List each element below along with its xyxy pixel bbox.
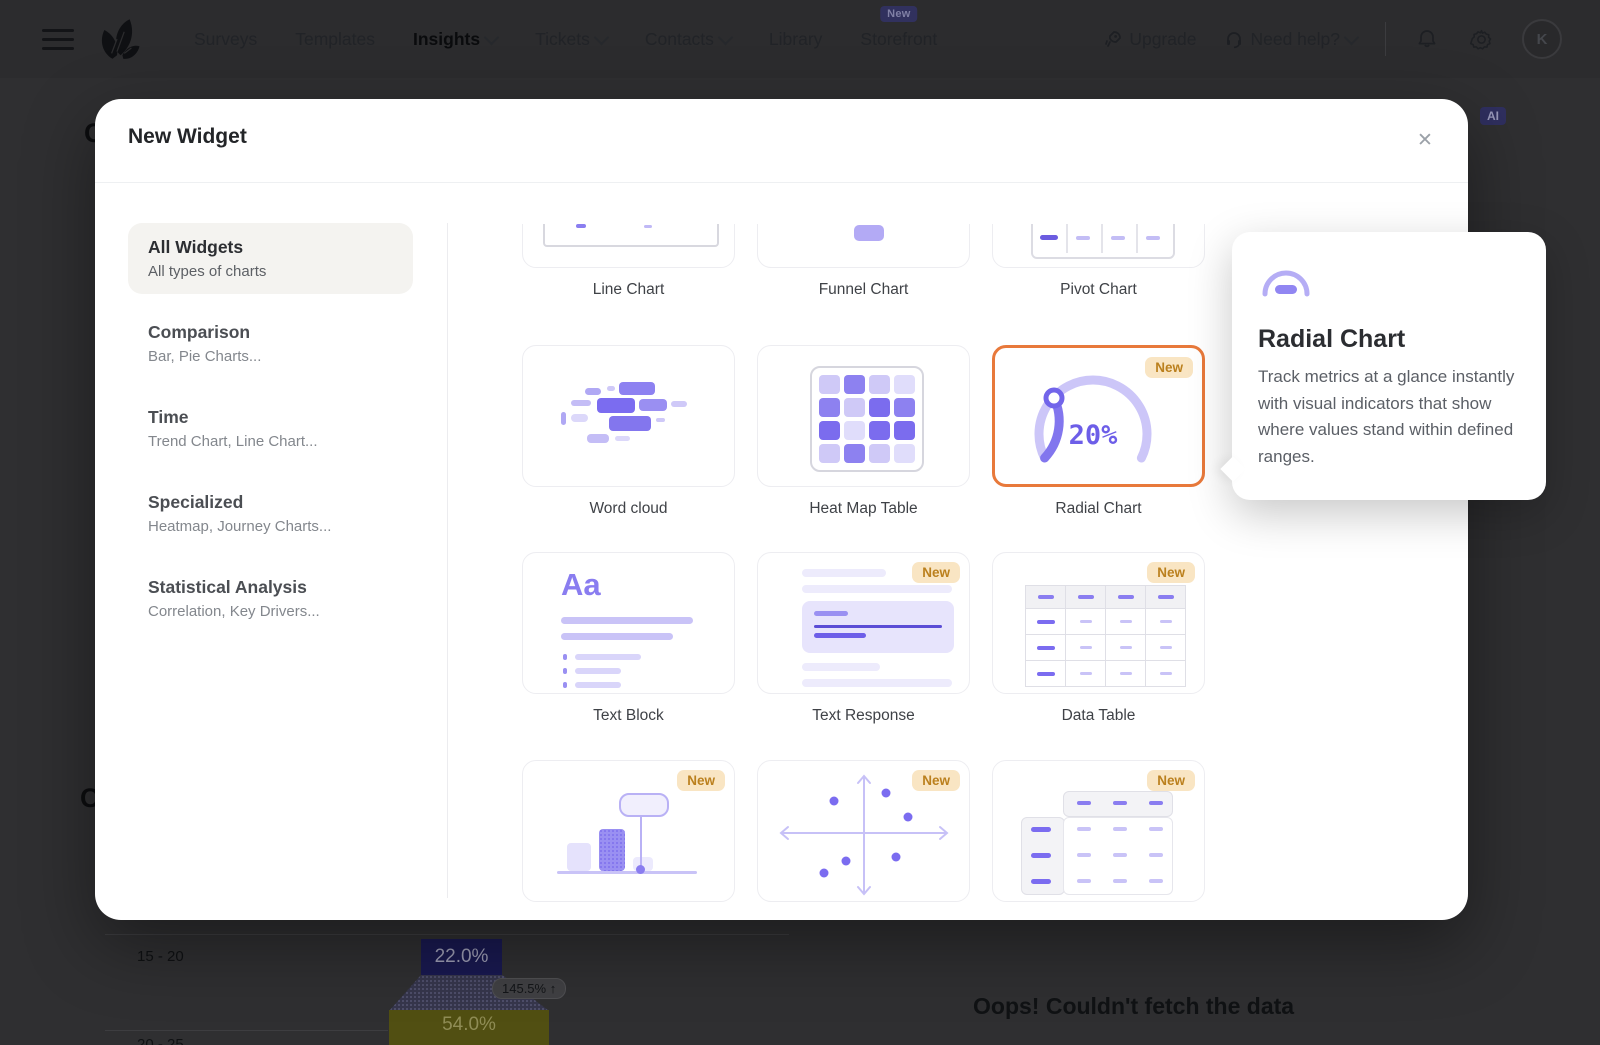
widget-card-data-table[interactable]: New [992, 552, 1205, 694]
hamburger-menu-icon[interactable] [42, 29, 74, 50]
app-logo-leaf-icon[interactable] [90, 12, 144, 66]
new-badge: New [912, 562, 960, 583]
rocket-icon [1103, 29, 1123, 49]
widget-label: Heat Map Table [757, 500, 970, 518]
user-avatar[interactable]: K [1522, 19, 1562, 59]
funnel-row-label-2: 20 - 25 [137, 1036, 184, 1045]
new-badge: New [1147, 770, 1195, 791]
nav-item-library[interactable]: Library [769, 29, 823, 50]
tooltip-body: Track metrics at a glance instantly with… [1258, 364, 1524, 470]
new-widget-modal: New Widget ✕ All Widgets All types of ch… [95, 99, 1468, 920]
nav-menu: Surveys Templates Insights Tickets Conta… [194, 29, 937, 50]
close-icon[interactable]: ✕ [1408, 123, 1442, 157]
modal-title: New Widget [128, 125, 247, 149]
sidebar-item-all-widgets[interactable]: All Widgets All types of charts [128, 223, 413, 294]
widget-label: Pivot Chart [992, 281, 1205, 299]
upgrade-button[interactable]: Upgrade [1103, 29, 1196, 50]
new-badge: New [1147, 562, 1195, 583]
nav-divider [1385, 22, 1386, 56]
nav-item-contacts[interactable]: Contacts [645, 29, 731, 50]
chevron-down-icon [484, 29, 500, 45]
settings-gear-icon[interactable] [1468, 26, 1494, 52]
widget-card-cross-tab[interactable]: New [992, 760, 1205, 902]
notifications-bell-icon[interactable] [1414, 26, 1440, 52]
nav-right-group: Upgrade Need help? K [1103, 19, 1562, 59]
widget-card-heat-map-table[interactable] [757, 345, 970, 487]
svg-text:20%: 20% [1069, 420, 1119, 451]
top-nav: Surveys Templates Insights Tickets Conta… [0, 0, 1600, 78]
error-message: Oops! Couldn't fetch the data [973, 993, 1294, 1020]
funnel-delta-badge: 145.5% ↑ [492, 978, 566, 999]
widget-card-text-response[interactable]: New [757, 552, 970, 694]
sidebar-item-time[interactable]: Time Trend Chart, Line Chart... [128, 393, 413, 464]
ai-badge: AI [1480, 107, 1506, 125]
widget-label: Funnel Chart [757, 281, 970, 299]
screen: Surveys Templates Insights Tickets Conta… [0, 0, 1600, 1045]
data-table-illustration [1025, 585, 1186, 687]
sidebar-divider [447, 223, 448, 898]
sidebar-item-specialized[interactable]: Specialized Heatmap, Journey Charts... [128, 478, 413, 549]
widget-card-word-cloud[interactable] [522, 345, 735, 487]
widget-card-line-chart[interactable] [522, 224, 735, 268]
funnel-bar-54: 54.0% [389, 1010, 549, 1045]
widget-label: Radial Chart [992, 500, 1205, 518]
widget-card-pivot-chart[interactable] [992, 224, 1205, 268]
modal-header: New Widget ✕ [95, 99, 1468, 183]
widget-card-funnel-chart[interactable] [757, 224, 970, 268]
funnel-gridline-2 [105, 1030, 388, 1031]
category-sidebar: All Widgets All types of charts Comparis… [128, 223, 413, 648]
widget-label: Line Chart [522, 281, 735, 299]
radial-chart-tooltip: Radial Chart Track metrics at a glance i… [1232, 232, 1546, 500]
widget-card-text-block[interactable]: Aa [522, 552, 735, 694]
radial-mini-icon [1256, 258, 1316, 300]
funnel-gridline [105, 934, 789, 935]
widget-label: Text Response [757, 707, 970, 725]
text-sample: Aa [561, 567, 601, 603]
widget-card-benchmark-bar[interactable]: New [522, 760, 735, 902]
sidebar-item-statistical-analysis[interactable]: Statistical Analysis Correlation, Key Dr… [128, 563, 413, 634]
storefront-new-badge: New [880, 6, 918, 22]
chevron-down-icon [718, 29, 734, 45]
nav-item-surveys[interactable]: Surveys [194, 29, 257, 50]
chevron-down-icon [594, 29, 610, 45]
funnel-bar-22: 22.0% [421, 939, 502, 975]
nav-item-insights[interactable]: Insights [413, 29, 497, 50]
sidebar-item-comparison[interactable]: Comparison Bar, Pie Charts... [128, 308, 413, 379]
widget-card-scatter-plot[interactable]: New [757, 760, 970, 902]
widget-label: Word cloud [522, 500, 735, 518]
funnel-row-label: 15 - 20 [137, 948, 184, 965]
tooltip-title: Radial Chart [1258, 325, 1405, 354]
chevron-down-icon [1344, 29, 1360, 45]
new-badge: New [677, 770, 725, 791]
new-badge: New [1145, 357, 1193, 378]
nav-item-storefront[interactable]: New Storefront [860, 29, 937, 50]
need-help-button[interactable]: Need help? [1224, 29, 1357, 50]
widget-label: Text Block [522, 707, 735, 725]
nav-item-templates[interactable]: Templates [295, 29, 375, 50]
widget-label: Data Table [992, 707, 1205, 725]
widget-card-radial-chart-selected[interactable]: New 20% [992, 345, 1205, 487]
nav-item-tickets[interactable]: Tickets [535, 29, 607, 50]
headset-icon [1224, 29, 1244, 49]
new-badge: New [912, 770, 960, 791]
